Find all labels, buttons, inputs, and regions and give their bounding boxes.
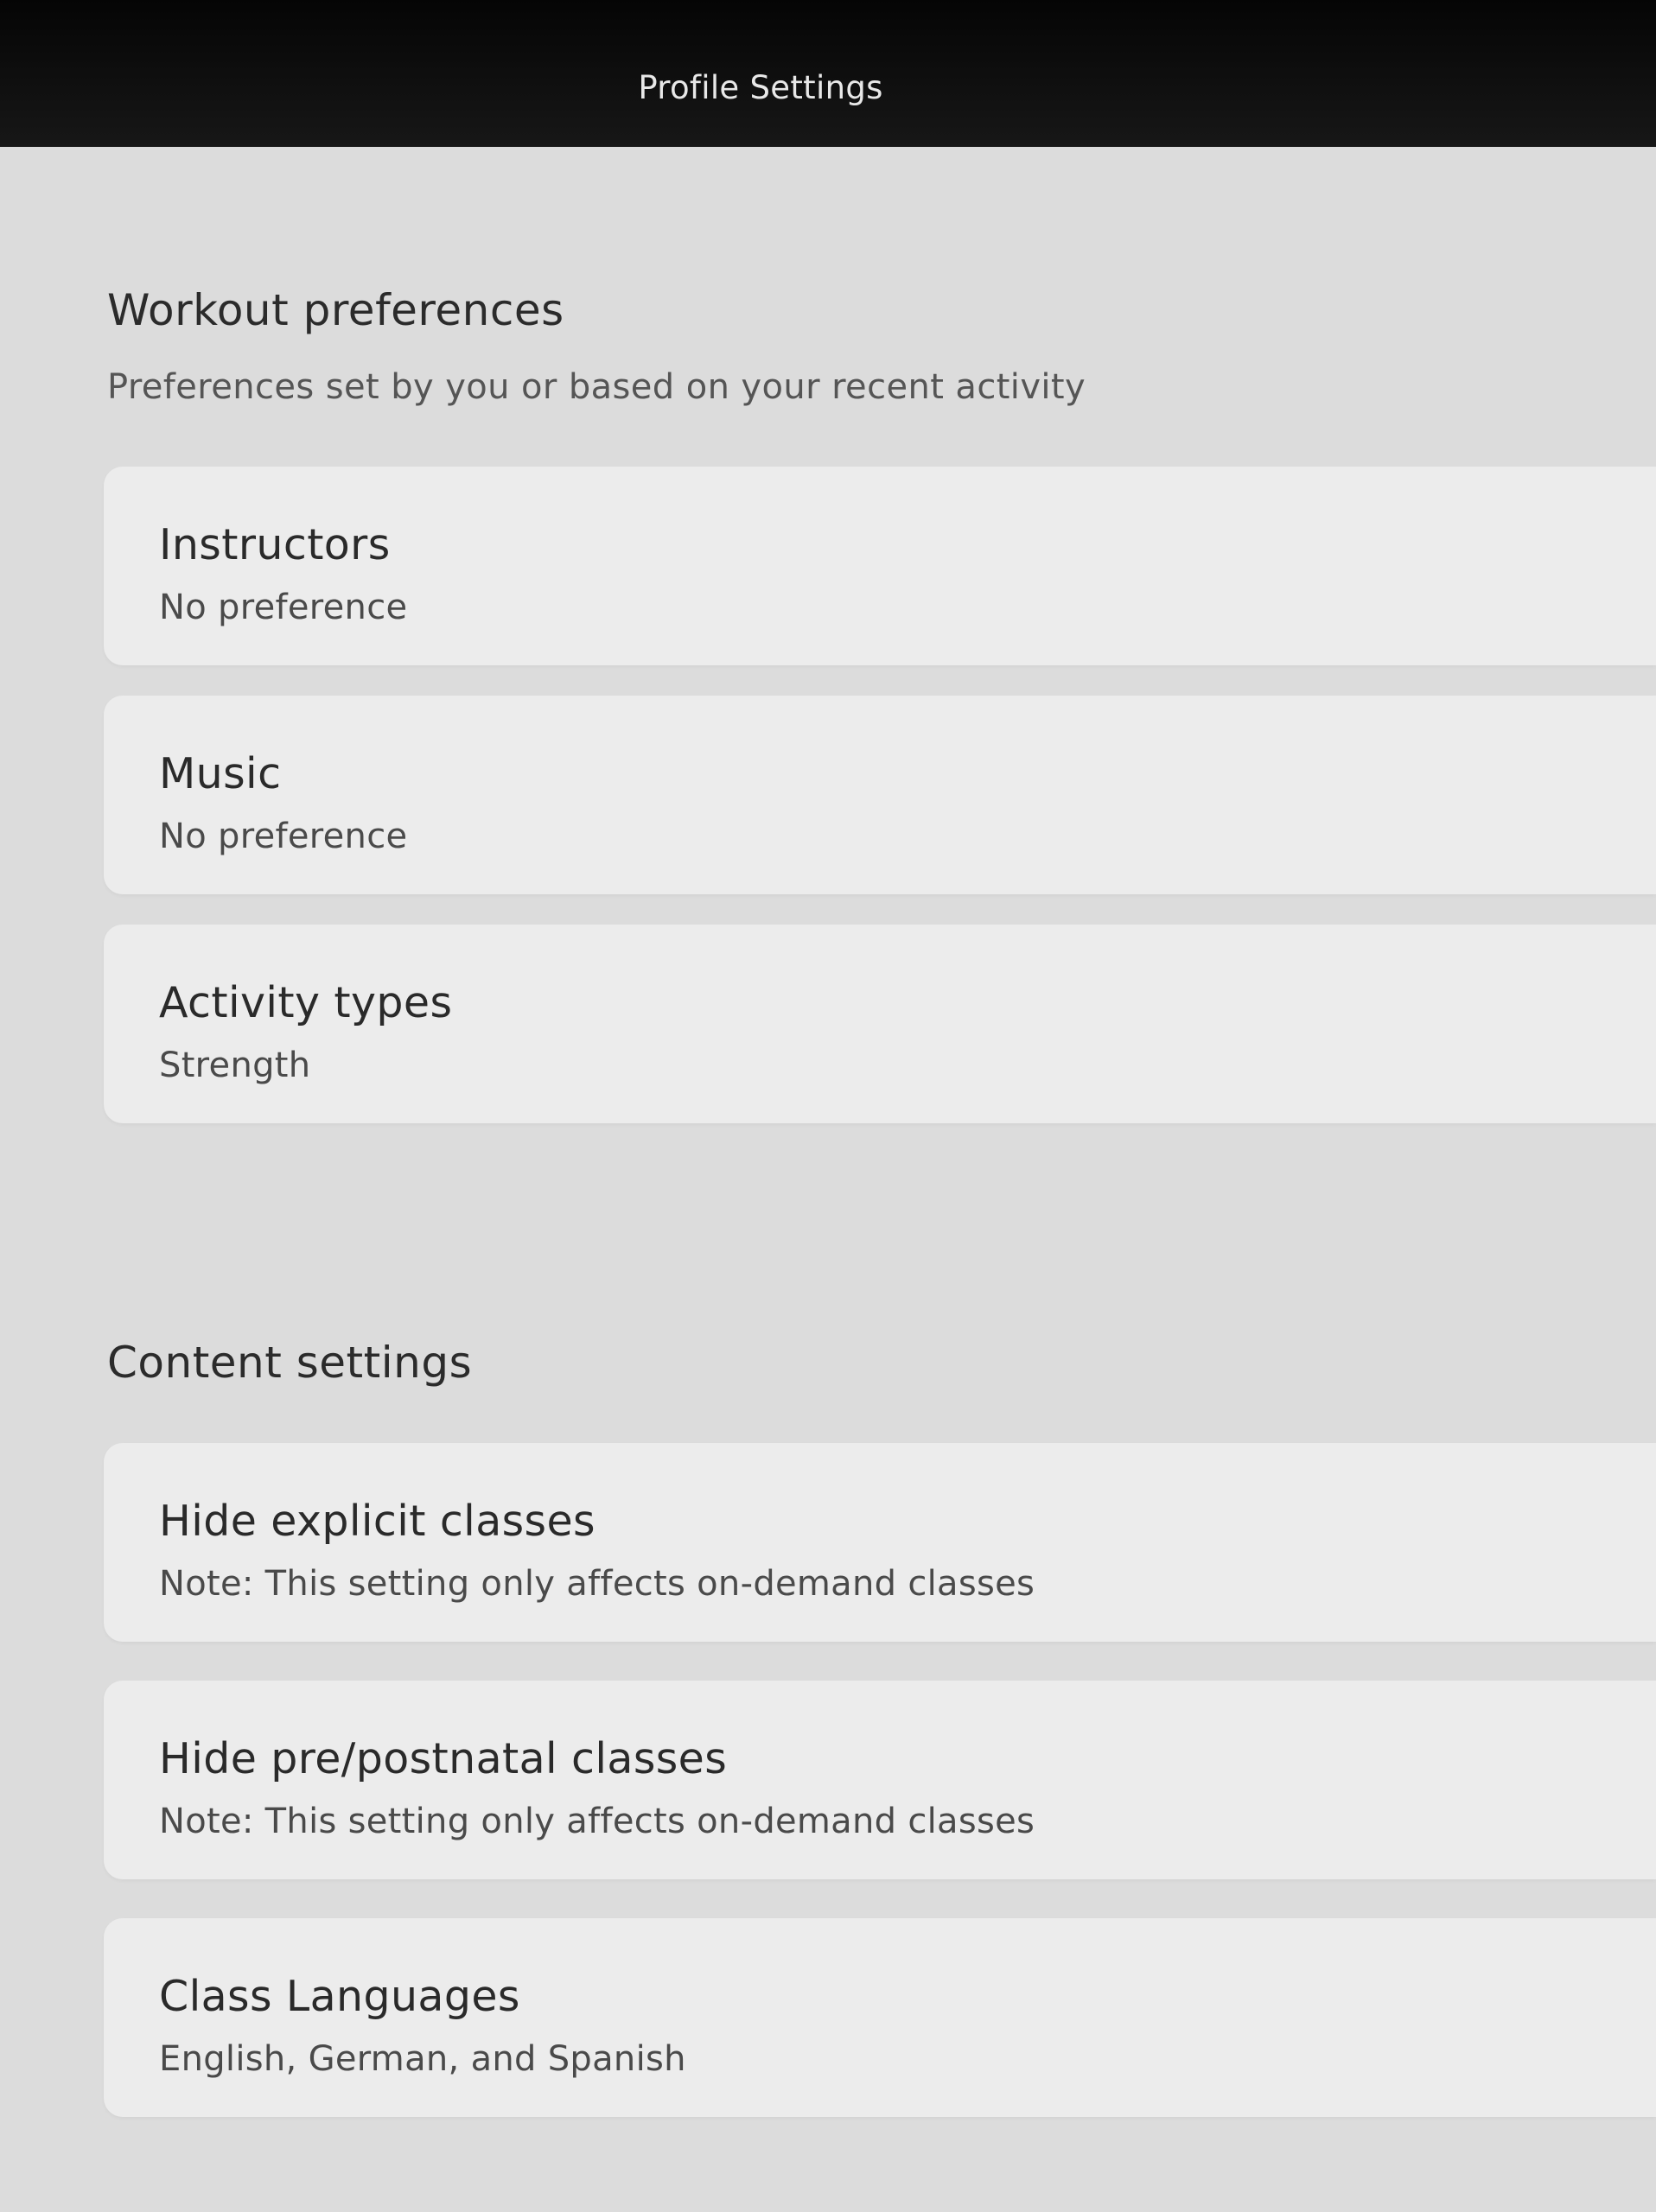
setting-note: Note: This setting only affects on-deman… — [159, 1802, 1035, 1841]
setting-label: Activity types — [159, 978, 453, 1027]
setting-label: Hide explicit classes — [159, 1497, 596, 1546]
setting-value: Strength — [159, 1046, 311, 1085]
hide-prenatal-classes-setting[interactable]: Hide pre/postnatal classes Note: This se… — [104, 1681, 1656, 1879]
setting-value: No preference — [159, 588, 408, 627]
setting-value: No preference — [159, 817, 408, 856]
activity-types-setting[interactable]: Activity types Strength — [104, 925, 1656, 1123]
class-languages-setting[interactable]: Class Languages English, German, and Spa… — [104, 1918, 1656, 2117]
content-settings-heading: Content settings — [107, 1338, 473, 1388]
instructors-setting[interactable]: Instructors No preference — [104, 467, 1656, 665]
page-title: Profile Settings — [638, 69, 883, 106]
workout-preferences-heading: Workout preferences — [107, 285, 564, 335]
setting-value: English, German, and Spanish — [159, 2039, 686, 2079]
setting-label: Music — [159, 749, 282, 798]
workout-preferences-subtitle: Preferences set by you or based on your … — [107, 367, 1086, 407]
hide-explicit-classes-setting[interactable]: Hide explicit classes Note: This setting… — [104, 1443, 1656, 1642]
setting-label: Instructors — [159, 520, 391, 569]
setting-note: Note: This setting only affects on-deman… — [159, 1564, 1035, 1604]
setting-label: Class Languages — [159, 1972, 520, 2021]
music-setting[interactable]: Music No preference — [104, 696, 1656, 894]
setting-label: Hide pre/postnatal classes — [159, 1734, 728, 1783]
top-bar: Profile Settings — [0, 0, 1656, 147]
